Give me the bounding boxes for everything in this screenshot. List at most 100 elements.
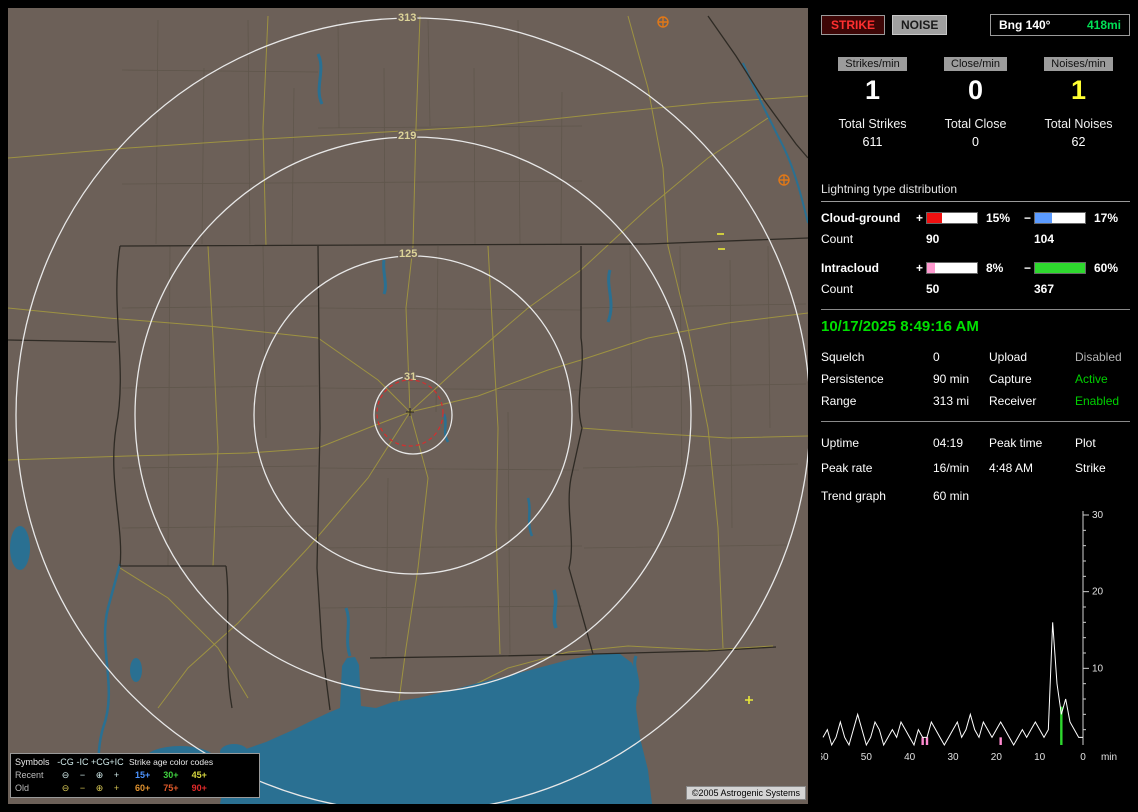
ic-plus-bar xyxy=(926,262,978,274)
cg-minus-symbol-old-icon: ⊖ xyxy=(57,782,74,795)
ic-plus-symbol-old-icon: + xyxy=(108,782,125,795)
legend-col-ic-minus: -IC xyxy=(74,756,91,769)
legend-symbols-header: Symbols xyxy=(15,756,57,769)
control-panel: STRIKE NOISE Bng 140° 418mi Strikes/min … xyxy=(815,0,1132,812)
range-ring-label-31: 31 xyxy=(404,371,416,383)
plot-value: Strike xyxy=(1075,461,1130,475)
strikes-per-min-block: Strikes/min 1 Total Strikes 611 xyxy=(821,56,924,149)
uptime-grid: Uptime 04:19 Peak time Plot Peak rate 16… xyxy=(821,436,1130,475)
plot-label: Plot xyxy=(1075,436,1130,450)
svg-text:0: 0 xyxy=(1080,752,1086,763)
distribution-heading: Lightning type distribution xyxy=(821,182,1130,202)
cg-minus-count: 104 xyxy=(1034,232,1089,246)
uptime-value: 04:19 xyxy=(933,436,989,450)
range-value: 313 mi xyxy=(933,394,989,408)
age-code-75: 75+ xyxy=(163,782,178,795)
ic-minus-symbol-icon: − xyxy=(74,769,91,782)
lightning-detector-app: 313 219 125 31 Symbols xyxy=(0,0,1138,812)
trend-graph-label: Trend graph xyxy=(821,489,933,503)
age-code-60: 60+ xyxy=(135,782,150,795)
legend-recent-label: Recent xyxy=(15,769,57,782)
minus-sign: − xyxy=(1021,261,1034,275)
svg-text:30: 30 xyxy=(1092,510,1104,521)
count-label: Count xyxy=(821,232,913,246)
receiver-label: Receiver xyxy=(989,394,1075,408)
receiver-status: Enabled xyxy=(1075,394,1130,408)
legend-col-ic-plus: +IC xyxy=(108,756,125,769)
cg-minus-symbol-icon: ⊖ xyxy=(57,769,74,782)
strikes-per-min-value: 1 xyxy=(821,76,924,104)
legend-age-header: Strike age color codes xyxy=(125,756,255,769)
current-datetime: 10/17/2025 8:49:16 AM xyxy=(821,318,1130,335)
total-noises-label: Total Noises xyxy=(1027,117,1130,131)
strike-map[interactable]: 313 219 125 31 Symbols xyxy=(8,8,808,804)
minus-sign: − xyxy=(1021,211,1034,225)
trend-graph-row: Trend graph 60 min xyxy=(821,489,1130,503)
copyright-label: ©2005 Astrogenic Systems xyxy=(686,786,806,800)
map-canvas: 313 219 125 31 xyxy=(8,8,808,804)
cg-plus-symbol-old-icon: ⊕ xyxy=(91,782,108,795)
capture-label: Capture xyxy=(989,372,1075,386)
svg-text:50: 50 xyxy=(861,752,873,763)
cg-plus-strike-icon xyxy=(658,17,668,27)
cg-minus-bar xyxy=(1034,212,1086,224)
count-label: Count xyxy=(821,282,913,296)
age-code-30: 30+ xyxy=(163,769,178,782)
bearing-range-value: 418mi xyxy=(1087,18,1121,32)
trend-graph: 1020306050403020100min xyxy=(821,507,1130,769)
reservoir xyxy=(10,526,30,570)
svg-text:60: 60 xyxy=(821,752,829,763)
cloud-ground-count-row: Count 90 104 xyxy=(821,232,1130,246)
range-ring-label-219: 219 xyxy=(398,130,416,142)
close-per-min-chip: Close/min xyxy=(944,57,1007,71)
strike-mode-button[interactable]: STRIKE xyxy=(821,15,885,35)
total-strikes-label: Total Strikes xyxy=(821,117,924,131)
age-code-90: 90+ xyxy=(192,782,207,795)
ic-minus-bar xyxy=(1034,262,1086,274)
svg-text:20: 20 xyxy=(1092,587,1104,598)
bearing-value: Bng 140° xyxy=(999,18,1050,32)
peak-time-label: Peak time xyxy=(989,436,1075,450)
intracloud-count-row: Count 50 367 xyxy=(821,282,1130,296)
persistence-value: 90 min xyxy=(933,372,989,386)
noises-per-min-chip: Noises/min xyxy=(1044,57,1112,71)
ic-plus-count: 50 xyxy=(926,282,981,296)
total-noises-value: 62 xyxy=(1027,135,1130,149)
status-grid: Squelch 0 Upload Disabled Persistence 90… xyxy=(821,350,1130,408)
trend-graph-window: 60 min xyxy=(933,489,1130,503)
cg-plus-bar xyxy=(926,212,978,224)
noises-per-min-value: 1 xyxy=(1027,76,1130,104)
cg-plus-strike-icon xyxy=(779,175,789,185)
rate-counters: Strikes/min 1 Total Strikes 611 Close/mi… xyxy=(821,56,1130,149)
age-code-45: 45+ xyxy=(192,769,207,782)
upload-status: Disabled xyxy=(1075,350,1130,364)
map-legend: Symbols -CG -IC +CG +IC Strike age color… xyxy=(10,753,260,798)
legend-col-cg-minus: -CG xyxy=(57,756,74,769)
reservoir xyxy=(130,658,142,682)
strikes-per-min-chip: Strikes/min xyxy=(838,57,906,71)
total-close-value: 0 xyxy=(924,135,1027,149)
bearing-display: Bng 140° 418mi xyxy=(990,14,1130,36)
noise-mode-button[interactable]: NOISE xyxy=(892,15,947,35)
plus-sign: + xyxy=(913,261,926,275)
squelch-value: 0 xyxy=(933,350,989,364)
svg-text:min: min xyxy=(1101,752,1117,763)
svg-text:20: 20 xyxy=(991,752,1003,763)
close-per-min-value: 0 xyxy=(924,76,1027,104)
peak-time-value: 4:48 AM xyxy=(989,461,1075,475)
ic-plus-percent: 8% xyxy=(981,261,1021,275)
distribution-row-cloud-ground: Cloud-ground + 15% − 17% xyxy=(821,211,1130,225)
squelch-label: Squelch xyxy=(821,350,933,364)
plus-sign: + xyxy=(913,211,926,225)
svg-text:10: 10 xyxy=(1092,663,1104,674)
ic-plus-symbol-icon: + xyxy=(108,769,125,782)
svg-text:40: 40 xyxy=(904,752,916,763)
range-ring-label-313: 313 xyxy=(398,12,416,24)
total-strikes-value: 611 xyxy=(821,135,924,149)
uptime-label: Uptime xyxy=(821,436,933,450)
ic-minus-count: 367 xyxy=(1034,282,1089,296)
ic-minus-symbol-old-icon: − xyxy=(74,782,91,795)
peak-rate-label: Peak rate xyxy=(821,461,933,475)
ic-minus-percent: 60% xyxy=(1089,261,1130,275)
age-code-15: 15+ xyxy=(135,769,150,782)
